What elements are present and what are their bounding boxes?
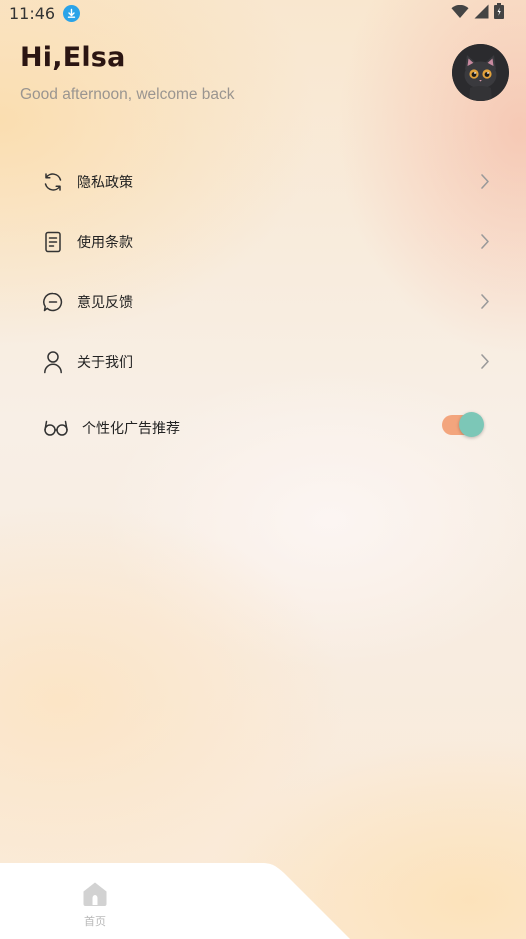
avatar[interactable]	[452, 44, 509, 101]
greeting-subtitle: Good afternoon, welcome back	[20, 86, 235, 103]
person-icon	[40, 349, 66, 375]
status-bar: 11:46	[0, 0, 526, 26]
chevron-right-icon	[480, 293, 490, 314]
chevron-right-icon	[480, 173, 490, 194]
chevron-right-icon	[480, 233, 490, 254]
menu-item-label: 隐私政策	[77, 175, 133, 191]
glasses-icon	[40, 415, 72, 441]
document-icon	[40, 229, 66, 255]
menu-item-label: 关于我们	[77, 355, 133, 371]
chevron-right-icon	[480, 353, 490, 374]
menu-item-terms-of-use[interactable]: 使用条款	[40, 212, 496, 272]
bottom-nav: 首页	[0, 863, 526, 939]
menu-item-feedback[interactable]: 意见反馈	[40, 272, 496, 332]
download-icon	[63, 4, 81, 22]
ad-toggle-switch[interactable]	[442, 412, 484, 438]
signal-icon	[474, 4, 489, 23]
ad-toggle-label: 个性化广告推荐	[82, 421, 180, 437]
greeting-title: Hi,Elsa	[20, 42, 126, 73]
battery-icon	[494, 3, 504, 23]
menu-item-label: 使用条款	[77, 235, 133, 251]
home-icon	[82, 881, 108, 911]
status-time: 11:46	[9, 3, 56, 23]
nav-home-button[interactable]: 首页	[72, 881, 118, 931]
menu-item-label: 意见反馈	[77, 295, 133, 311]
menu-item-privacy-policy[interactable]: 隐私政策	[40, 152, 496, 212]
chat-bubble-icon	[40, 289, 66, 315]
wifi-icon	[451, 4, 469, 23]
menu-item-personalized-ads: 个性化广告推荐	[40, 398, 496, 458]
nav-home-label: 首页	[84, 915, 106, 928]
toggle-knob	[459, 412, 484, 437]
menu-item-about-us[interactable]: 关于我们	[40, 332, 496, 392]
page-background	[0, 0, 526, 939]
refresh-icon	[40, 169, 66, 195]
